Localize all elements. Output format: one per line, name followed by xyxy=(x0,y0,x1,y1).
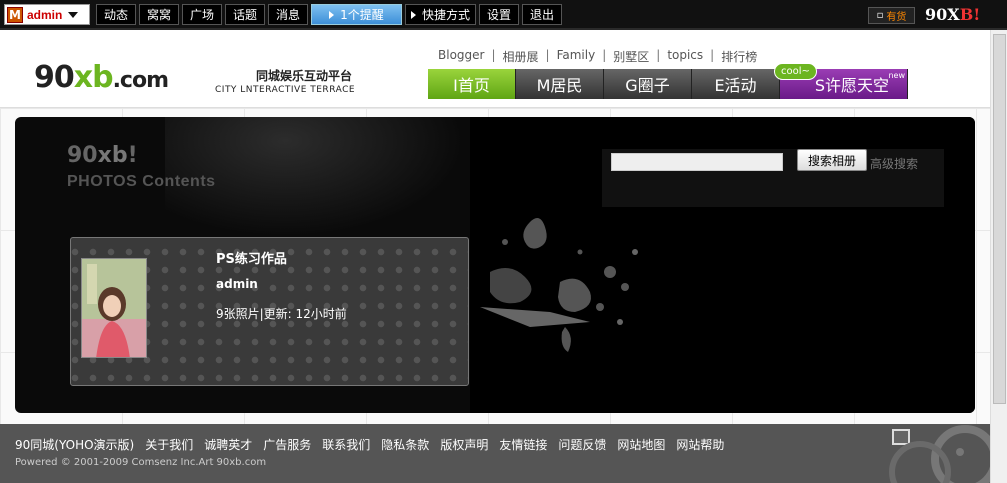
chevron-down-icon xyxy=(68,11,79,18)
nav-nest[interactable]: 窝窝 xyxy=(139,4,179,25)
search-albums-button[interactable]: 搜索相册 xyxy=(797,149,867,171)
logo-part: xb xyxy=(73,60,114,95)
tab-label: I首页 xyxy=(453,76,490,95)
separator: | xyxy=(656,48,661,62)
album-search-input[interactable] xyxy=(611,153,783,171)
separator: | xyxy=(545,48,550,62)
footer-link[interactable]: 版权声明 xyxy=(440,436,488,453)
link-villa[interactable]: 别墅区 xyxy=(613,48,649,65)
notice-button[interactable]: 1个提醒 xyxy=(311,4,402,25)
nav-dynamic[interactable]: 动态 xyxy=(96,4,136,25)
footer-link[interactable]: 网站帮助 xyxy=(676,436,724,453)
tab-residents[interactable]: M居民 xyxy=(516,69,604,99)
footer-link[interactable]: 友情链接 xyxy=(499,436,547,453)
nav-label: 消息 xyxy=(275,8,300,22)
logout-label: 退出 xyxy=(529,8,554,22)
nav-plaza[interactable]: 广场 xyxy=(182,4,222,25)
shortcut-label: 快捷方式 xyxy=(421,8,470,22)
cart-label: 有货 xyxy=(886,12,907,23)
nav-label: 窝窝 xyxy=(146,8,171,22)
separator: | xyxy=(491,48,496,62)
settings-button[interactable]: 设置 xyxy=(479,4,519,25)
footer-link[interactable]: 关于我们 xyxy=(145,436,193,453)
footer-link[interactable]: 网站地图 xyxy=(617,436,665,453)
tab-label: G圈子 xyxy=(625,76,670,95)
new-tag: new xyxy=(888,71,905,80)
notice-arrow-icon xyxy=(329,10,335,19)
album-meta: 9张照片|更新: 12小时前 xyxy=(216,307,347,321)
logo-part: 90 xyxy=(67,143,98,168)
link-topics[interactable]: topics xyxy=(667,48,703,65)
vertical-scrollbar[interactable] xyxy=(990,30,1007,483)
tab-label: M居民 xyxy=(536,76,583,95)
user-menu[interactable]: M admin xyxy=(4,4,90,25)
tab-circles[interactable]: G圈子 xyxy=(604,69,692,99)
logo-part: ! xyxy=(127,143,138,168)
separator: | xyxy=(602,48,607,62)
header-links: Blogger | 相册展 | Family | 别墅区 | topics | 排行榜 xyxy=(438,48,757,65)
site-logo[interactable]: 90xb.com xyxy=(34,60,169,95)
tab-home[interactable]: I首页 xyxy=(428,69,516,99)
notice-label: 1个提醒 xyxy=(340,8,384,22)
ink-splatter-decoration xyxy=(480,218,638,352)
link-album-show[interactable]: 相册展 xyxy=(503,48,539,65)
username: admin xyxy=(27,7,63,22)
cart-button[interactable]: ▫ 有货 xyxy=(868,7,915,24)
photos-logo: 90xb! xyxy=(67,143,138,168)
nav-label: 话题 xyxy=(232,8,257,22)
footer-link[interactable]: 广告服务 xyxy=(263,436,311,453)
footer-link[interactable]: 隐私条款 xyxy=(381,436,429,453)
main-nav: I首页 M居民 G圈子 E活动 cool~ S许愿天空 new xyxy=(428,63,908,99)
tab-events[interactable]: E活动 xyxy=(692,69,780,99)
link-blogger[interactable]: Blogger xyxy=(438,48,484,65)
cool-badge: cool~ xyxy=(774,63,817,80)
scrollbar-thumb[interactable] xyxy=(993,34,1006,404)
footer-link[interactable]: 联系我们 xyxy=(322,436,370,453)
nav-label: 广场 xyxy=(189,8,214,22)
photos-panel: 90xb! PHOTOS Contents 搜索相册 高级搜索 PS练习作品 a… xyxy=(15,117,975,413)
link-ranking[interactable]: 排行榜 xyxy=(721,48,757,65)
user-initial-icon: M xyxy=(7,6,23,23)
tab-label: E活动 xyxy=(714,76,757,95)
album-cover-image[interactable] xyxy=(81,258,147,358)
logo-part: xb xyxy=(97,143,128,168)
footer-links: 90同城(YOHO演示版) 关于我们 诚聘英才 广告服务 联系我们 隐私条款 版… xyxy=(15,436,735,453)
brand-part: ! xyxy=(973,5,981,24)
footer-link[interactable]: 诚聘英才 xyxy=(204,436,252,453)
logout-button[interactable]: 退出 xyxy=(522,4,562,25)
brand-logo-small[interactable]: 90XB! xyxy=(925,5,980,24)
nav-topics[interactable]: 话题 xyxy=(225,4,265,25)
advanced-search-link[interactable]: 高级搜索 xyxy=(870,155,918,172)
tab-label: S许愿天空 xyxy=(814,76,889,95)
site-footer: 90同城(YOHO演示版) 关于我们 诚聘英才 广告服务 联系我们 隐私条款 版… xyxy=(0,424,990,483)
top-bar: M admin 动态 窝窝 广场 话题 消息 1个提醒 快捷方式 设置 退出 ▫… xyxy=(0,0,1007,30)
album-author[interactable]: admin xyxy=(216,277,258,291)
nav-messages[interactable]: 消息 xyxy=(268,4,308,25)
settings-label: 设置 xyxy=(486,8,511,22)
brand-part: B xyxy=(959,5,974,24)
footer-link[interactable]: 90同城(YOHO演示版) xyxy=(15,436,134,453)
photos-subtitle: PHOTOS Contents xyxy=(67,173,216,190)
logo-part: .com xyxy=(112,68,169,93)
separator: | xyxy=(710,48,715,62)
cart-icon: ▫ xyxy=(876,10,884,21)
copyright: Powered © 2001-2009 Comsenz Inc.Art 90xb… xyxy=(15,457,267,468)
brand-part: 90X xyxy=(925,5,960,24)
shortcut-arrow-icon xyxy=(410,10,416,19)
slogan-english: CITY LNTERACTIVE TERRACE xyxy=(215,85,356,95)
link-family[interactable]: Family xyxy=(557,48,596,65)
nav-label: 动态 xyxy=(103,8,128,22)
logo-part: 90 xyxy=(34,60,75,95)
album-title[interactable]: PS练习作品 xyxy=(216,248,287,267)
album-search: 搜索相册 高级搜索 xyxy=(602,149,944,207)
slogan: 同城娱乐互动平台 xyxy=(256,69,353,83)
mascot-watermark-icon xyxy=(889,425,990,483)
shortcut-button[interactable]: 快捷方式 xyxy=(405,4,476,25)
album-card[interactable]: PS练习作品 admin 9张照片|更新: 12小时前 xyxy=(70,237,469,386)
site-header: 90xb.com 同城娱乐互动平台 CITY LNTERACTIVE TERRA… xyxy=(0,32,990,108)
footer-link[interactable]: 问题反馈 xyxy=(558,436,606,453)
tab-wish-sky[interactable]: cool~ S许愿天空 new xyxy=(774,63,908,99)
